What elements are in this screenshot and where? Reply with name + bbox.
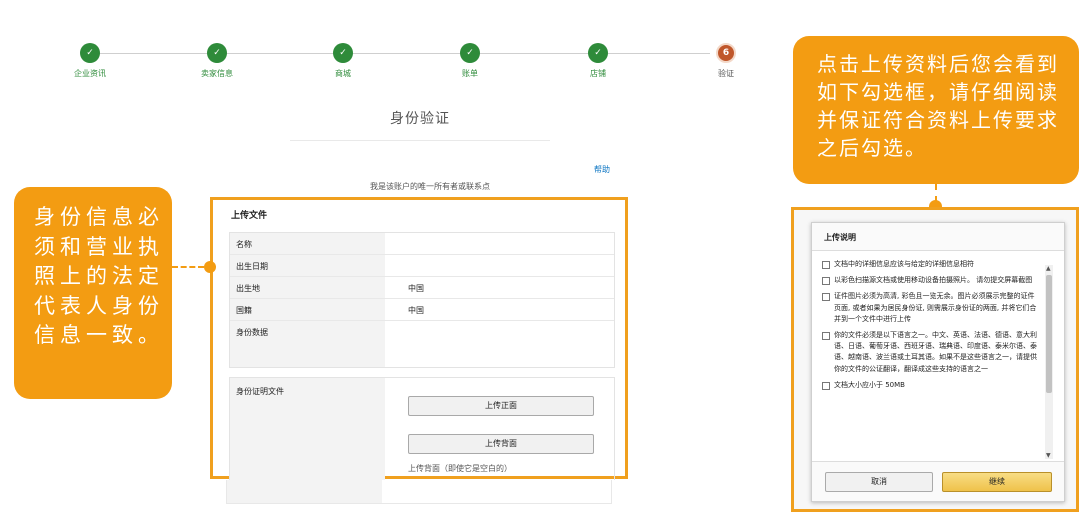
upload-instructions-dialog: 上传说明 文档中的详细信息应该与给定的详细信息相符 以彩色扫描源文档或使用移动设…: [811, 222, 1065, 502]
callout-left-text: 身份信息必须和营业执照上的法定代表人身份信息一致。: [34, 205, 164, 347]
row-label: 出生日期: [230, 255, 385, 276]
step-verification[interactable]: 6 验证: [696, 43, 756, 79]
continue-button[interactable]: 继续: [942, 472, 1052, 492]
check-icon: ✓: [460, 43, 480, 63]
screenshot-canvas: ✓ 企业资讯 ✓ 卖家信息 ✓ 商城 ✓ 账单 ✓ 店铺 6 验证 身份验证 帮…: [0, 0, 1080, 515]
upload-form-highlight: 上传文件 名称 出生日期 出生地 中国 国籍 中国 身份数据 身份证明文件 上传…: [210, 197, 628, 480]
progress-stepper: ✓ 企业资讯 ✓ 卖家信息 ✓ 商城 ✓ 账单 ✓ 店铺 6 验证: [60, 40, 750, 90]
birth-place-field[interactable]: 中国: [385, 277, 614, 298]
row-label: 身份数据: [230, 321, 385, 367]
checkbox[interactable]: [822, 277, 830, 286]
table-row: 国籍 中国: [230, 299, 614, 321]
checkbox[interactable]: [822, 293, 830, 302]
step-label: 商城: [335, 69, 351, 78]
checkbox[interactable]: [822, 261, 830, 269]
callout-left-connector: [172, 266, 204, 268]
upload-back-button[interactable]: 上传背面: [408, 434, 594, 454]
step-seller-info[interactable]: ✓ 卖家信息: [187, 43, 247, 79]
step-label: 店铺: [590, 69, 606, 78]
checkbox[interactable]: [822, 332, 830, 341]
upload-back-note: 上传背面（即使它是空白的）: [408, 464, 512, 473]
row-label: 名称: [230, 233, 385, 254]
scroll-up-icon[interactable]: ▲: [1046, 265, 1051, 272]
help-link[interactable]: 帮助: [594, 164, 610, 175]
callout-left: 身份信息必须和营业执照上的法定代表人身份信息一致。: [14, 187, 172, 399]
checklist-item[interactable]: 文档大小应小于 50MB: [822, 380, 1040, 391]
step-billing[interactable]: ✓ 账单: [440, 43, 500, 79]
owner-statement: 我是该账户的唯一所有者或联系点: [370, 182, 490, 191]
step-company-info[interactable]: ✓ 企业资讯: [60, 43, 120, 79]
doc-label: 身份证明文件: [236, 387, 284, 396]
form-bottom-strip: [226, 480, 612, 504]
birth-date-field[interactable]: [385, 255, 614, 276]
check-icon: ✓: [333, 43, 353, 63]
identity-table: 名称 出生日期 出生地 中国 国籍 中国 身份数据: [229, 232, 615, 368]
checklist-text: 以彩色扫描源文档或使用移动设备拍摄照片。 请勿提交屏幕截图: [834, 276, 1033, 285]
check-icon: ✓: [80, 43, 100, 63]
checklist-item[interactable]: 证件图片必须为高清, 彩色且一览无余。图片必须展示完整的证件页面, 或者如果为居…: [822, 291, 1040, 325]
dialog-scrollbar[interactable]: ▲ ▼: [1045, 265, 1053, 459]
table-row: 出生日期: [230, 255, 614, 277]
dialog-title: 上传说明: [812, 223, 1064, 251]
step-label: 验证: [718, 69, 734, 78]
callout-right-text: 点击上传资料后您会看到如下勾选框，请仔细阅读并保证符合资料上传要求之后勾选。: [817, 52, 1059, 160]
check-icon: ✓: [588, 43, 608, 63]
table-row: 出生地 中国: [230, 277, 614, 299]
name-field[interactable]: [385, 233, 614, 254]
checklist-text: 证件图片必须为高清, 彩色且一览无余。图片必须展示完整的证件页面, 或者如果为居…: [834, 292, 1037, 323]
row-label: 国籍: [230, 299, 385, 320]
row-label: 出生地: [230, 277, 385, 298]
identity-document-section: 身份证明文件 上传正面 上传背面 上传背面（即使它是空白的）: [229, 377, 615, 480]
upload-front-button[interactable]: 上传正面: [408, 396, 594, 416]
checklist-item[interactable]: 你的文件必须是以下语言之一。中文、英语、法语、德语、意大利语、日语、葡萄牙语、西…: [822, 330, 1040, 375]
dialog-highlight: 上传说明 文档中的详细信息应该与给定的详细信息相符 以彩色扫描源文档或使用移动设…: [791, 207, 1079, 512]
label-column: [227, 480, 382, 503]
step-shop[interactable]: ✓ 店铺: [568, 43, 628, 79]
form-heading: 上传文件: [231, 211, 268, 221]
callout-left-pointer-dot: [204, 261, 216, 273]
scroll-thumb[interactable]: [1046, 275, 1052, 393]
table-row: 名称: [230, 233, 614, 255]
step-label: 账单: [462, 69, 478, 78]
dialog-checklist: 文档中的详细信息应该与给定的详细信息相符 以彩色扫描源文档或使用移动设备拍摄照片…: [822, 259, 1040, 459]
dialog-footer: 取消 继续: [812, 461, 1064, 501]
nationality-field[interactable]: 中国: [385, 299, 614, 320]
checklist-text: 文档中的详细信息应该与给定的详细信息相符: [834, 260, 974, 268]
identity-data-field[interactable]: [385, 321, 614, 367]
title-divider: [290, 140, 550, 141]
checklist-item[interactable]: 文档中的详细信息应该与给定的详细信息相符: [822, 259, 1040, 270]
page-title: 身份验证: [390, 111, 450, 127]
scroll-down-icon[interactable]: ▼: [1046, 452, 1051, 459]
step-label: 企业资讯: [74, 69, 106, 78]
cancel-button[interactable]: 取消: [825, 472, 933, 492]
table-row: 身份数据: [230, 321, 614, 367]
step-store[interactable]: ✓ 商城: [313, 43, 373, 79]
checklist-text: 文档大小应小于 50MB: [834, 380, 905, 389]
checklist-item[interactable]: 以彩色扫描源文档或使用移动设备拍摄照片。 请勿提交屏幕截图: [822, 275, 1040, 286]
checkbox[interactable]: [822, 381, 830, 390]
check-icon: ✓: [207, 43, 227, 63]
step-label: 卖家信息: [201, 69, 233, 78]
step-number-badge: 6: [716, 43, 736, 63]
checklist-text: 你的文件必须是以下语言之一。中文、英语、法语、德语、意大利语、日语、葡萄牙语、西…: [834, 331, 1037, 373]
callout-right: 点击上传资料后您会看到如下勾选框，请仔细阅读并保证符合资料上传要求之后勾选。: [793, 36, 1079, 184]
